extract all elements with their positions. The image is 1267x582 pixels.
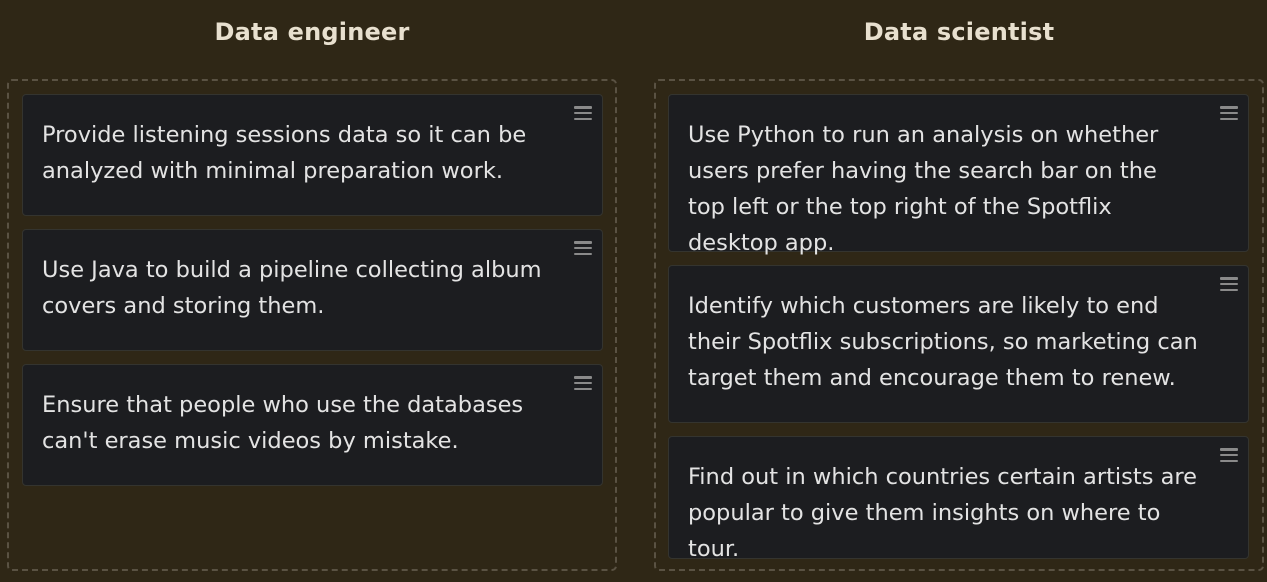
drag-handle-icon[interactable] bbox=[574, 376, 592, 390]
drag-handle-icon[interactable] bbox=[1220, 448, 1238, 462]
draggable-card[interactable]: Use Python to run an analysis on whether… bbox=[668, 94, 1249, 256]
column-title-data-engineer: Data engineer bbox=[214, 18, 410, 46]
card-text: Identify which customers are likely to e… bbox=[688, 293, 1198, 391]
card-text: Use Java to build a pipeline collecting … bbox=[42, 257, 542, 319]
draggable-card[interactable]: Identify which customers are likely to e… bbox=[668, 265, 1249, 423]
drag-drop-board: Data engineer Data scientist Provide lis… bbox=[0, 0, 1267, 582]
drag-handle-icon[interactable] bbox=[574, 241, 592, 255]
drag-handle-icon[interactable] bbox=[574, 106, 592, 120]
draggable-card[interactable]: Provide listening sessions data so it ca… bbox=[22, 94, 603, 216]
draggable-card[interactable]: Ensure that people who use the databases… bbox=[22, 364, 603, 486]
dropzone-data-engineer[interactable]: Provide listening sessions data so it ca… bbox=[7, 79, 617, 571]
card-text: Find out in which countries certain arti… bbox=[688, 464, 1197, 562]
dropzone-data-scientist[interactable]: Use Python to run an analysis on whether… bbox=[654, 79, 1264, 571]
draggable-card[interactable]: Use Java to build a pipeline collecting … bbox=[22, 229, 603, 351]
draggable-card[interactable]: Find out in which countries certain arti… bbox=[668, 436, 1249, 562]
column-title-data-scientist: Data scientist bbox=[863, 18, 1055, 46]
card-text: Ensure that people who use the databases… bbox=[42, 392, 524, 454]
card-text: Use Python to run an analysis on whether… bbox=[688, 122, 1159, 256]
card-text: Provide listening sessions data so it ca… bbox=[42, 122, 527, 184]
drag-handle-icon[interactable] bbox=[1220, 106, 1238, 120]
drag-handle-icon[interactable] bbox=[1220, 277, 1238, 291]
